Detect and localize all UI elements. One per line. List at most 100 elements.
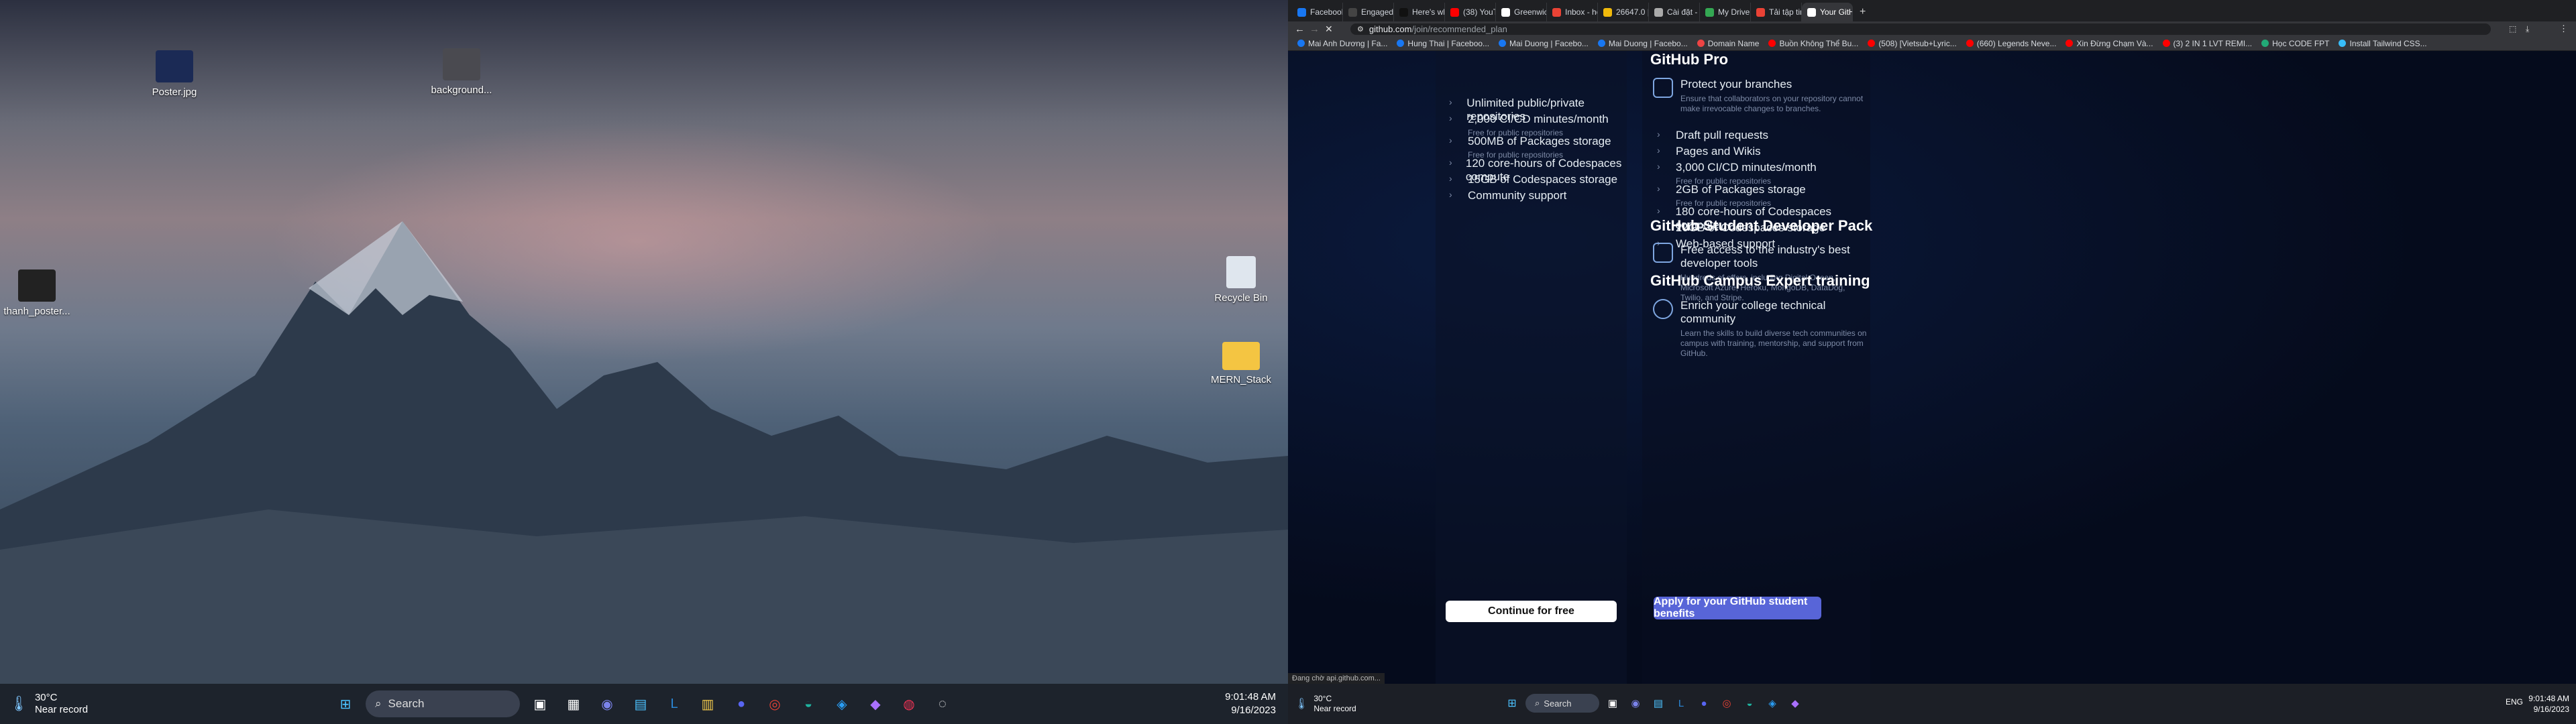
browser-toolbar: ← → ✕ ⚙ github.com/join/recommended_plan… [1288,21,2576,36]
edge-icon[interactable]: ◒ [1740,694,1759,713]
bookmark-item[interactable]: (660) Legends Neve... [1966,39,2056,48]
tab-favicon-icon [1603,7,1612,17]
image-file-icon [443,48,480,80]
feature-item[interactable]: › 3,000 CI/CD minutes/month Free for publi… [1657,161,1817,186]
start-button[interactable]: ⊞ [1503,694,1521,713]
browser-tab[interactable]: 26647.0 | BTCU✕ [1598,3,1649,21]
browser-tab[interactable]: My Drive - Goo✕ [1700,3,1751,21]
feature-item[interactable]: › 500MB of Packages storage Free for publi… [1449,135,1611,160]
widgets-icon[interactable]: ▣ [527,690,553,717]
tab-favicon-icon [1399,7,1408,17]
ai-app-icon[interactable]: L [1672,694,1690,713]
system-clock[interactable]: 9:01:48 AM 9/16/2023 [1225,690,1276,717]
continue-free-button[interactable]: Continue for free [1446,601,1617,622]
tab-favicon-icon [1297,7,1306,17]
desktop-icon-recycle-bin[interactable]: Recycle Bin [1204,256,1278,304]
bookmark-item[interactable]: Xin Đừng Chạm Và... [2065,39,2153,48]
browser-tab-strip: Facebook✕Engaged studen✕Here's what w✕(3… [1288,0,2576,21]
chevron-right-icon: › [1657,183,1660,194]
campus-expert-heading: GitHub Campus Expert training [1650,272,1870,289]
bookmark-item[interactable]: (508) [Vietsub+Lyric... [1868,39,1957,48]
chrome-icon[interactable]: ◎ [761,690,788,717]
chrome-icon[interactable]: ◎ [1717,694,1736,713]
browser-tab[interactable]: Here's what w✕ [1394,3,1445,21]
bookmark-item[interactable]: Install Tailwind CSS... [2339,39,2427,48]
desktop-icon-mern-stack[interactable]: MERN_Stack [1204,342,1278,385]
visual-studio-icon[interactable]: ◆ [1786,694,1805,713]
file-explorer-icon[interactable]: ▤ [1649,694,1668,713]
browser-tab[interactable]: Inbox - hoang✕ [1547,3,1598,21]
weather-widget[interactable]: 🌡 30°C Near record [9,692,164,716]
feature-item[interactable]: › 2GB of Packages storage Free for public … [1657,183,1806,208]
bookmark-item[interactable]: Buồn Không Thể Bu... [1768,39,1858,48]
teams-icon[interactable]: ◉ [1626,694,1645,713]
app-icon[interactable]: ◍ [896,690,922,717]
github-desktop-icon[interactable]: ◌ [929,690,956,717]
bookmark-favicon-icon [2162,40,2170,47]
chevron-right-icon: › [1449,189,1452,200]
bookmark-item[interactable]: Mai Duong | Facebo... [1597,39,1688,48]
edge-icon[interactable]: ◒ [795,690,822,717]
desktop-icon-poster[interactable]: Poster.jpg [138,50,211,98]
feature-item[interactable]: › 2,000 CI/CD minutes/month Free for publi… [1449,113,1609,137]
browser-tab[interactable]: Tải tập tin của✕ [1751,3,1802,21]
start-button[interactable]: ⊞ [332,690,359,717]
browser-tab[interactable]: Your GitHub✕ [1802,3,1853,21]
teams-icon[interactable]: ◉ [594,690,621,717]
new-tab-button[interactable]: + [1853,3,1872,21]
bookmark-item[interactable]: Mai Anh Dương | Fa... [1297,39,1387,48]
chevron-right-icon: › [1449,97,1452,107]
vscode-icon[interactable]: ◈ [1763,694,1782,713]
feature-item[interactable]: › Community support [1449,189,1566,202]
image-file-icon [156,50,193,82]
browser-tab[interactable]: Cài đặt - Tự đó✕ [1649,3,1700,21]
extensions-icon[interactable]: ⬚ [2509,24,2516,34]
feature-item[interactable]: › 15GB of Codespaces storage [1449,173,1617,186]
browser-tab[interactable]: Engaged studen✕ [1343,3,1394,21]
reload-icon[interactable]: ✕ [1325,23,1333,35]
discord-icon[interactable]: ● [1695,694,1713,713]
menu-icon[interactable]: ⋮ [2559,23,2568,34]
feature-item[interactable]: › Pages and Wikis [1657,145,1761,158]
bookmark-item[interactable]: Hung Thai | Faceboo... [1397,39,1489,48]
search-icon: ⌕ [1535,698,1540,708]
bookmark-item[interactable]: Mai Duong | Facebo... [1499,39,1589,48]
forward-icon[interactable]: → [1309,23,1320,35]
vscode-icon[interactable]: ◈ [828,690,855,717]
taskbar-search[interactable]: ⌕ Search [366,690,520,717]
bookmark-item[interactable]: Domain Name [1697,39,1759,48]
bookmark-item[interactable]: (3) 2 IN 1 LVT REMI... [2162,39,2252,48]
bookmark-favicon-icon [2339,40,2347,47]
weather-thermometer-icon: 🌡 [1295,699,1309,710]
folder-icon [1222,342,1260,370]
browser-tab[interactable]: Facebook✕ [1292,3,1343,21]
site-info-icon: ⚙ [1357,25,1364,34]
weather-widget[interactable]: 🌡 30°C Near record [1295,694,1356,714]
tab-favicon-icon [1705,7,1714,17]
system-clock[interactable]: 9:01:48 AM 9/16/2023 [2528,693,2569,715]
address-bar[interactable]: ⚙ github.com/join/recommended_plan [1350,23,2491,35]
recycle-bin-icon [1226,256,1256,288]
browser-tab[interactable]: Greenwich FPT✕ [1496,3,1547,21]
file-explorer-icon[interactable]: ▤ [627,690,654,717]
bookmark-item[interactable]: Học CODE FPT [2261,39,2329,48]
feature-item[interactable]: › Draft pull requests [1657,129,1768,142]
search-icon: ⌕ [375,697,382,710]
taskbar-search[interactable]: ⌕ Search [1525,694,1599,713]
back-icon[interactable]: ← [1295,23,1305,35]
visual-studio-icon[interactable]: ◆ [862,690,889,717]
discord-icon[interactable]: ● [728,690,755,717]
widgets-icon[interactable]: ▣ [1603,694,1622,713]
task-view-icon[interactable]: ▦ [560,690,587,717]
desktop-icon-background[interactable]: background... [425,48,498,96]
desktop-wallpaper [0,0,1288,684]
download-icon[interactable]: ⤓ [2526,24,2529,34]
ai-app-icon[interactable]: L [661,690,688,717]
apply-student-benefits-button[interactable]: Apply for your GitHub student benefits [1654,596,1821,619]
input-language[interactable]: ENG [2506,697,2523,707]
community-icon [1653,299,1673,319]
browser-tab[interactable]: (38) YouTube✕ [1445,3,1496,21]
calendar-icon[interactable]: ▥ [694,690,721,717]
chevron-right-icon: › [1449,173,1452,184]
desktop-icon-thanh-poster[interactable]: thanh_poster... [0,269,74,317]
